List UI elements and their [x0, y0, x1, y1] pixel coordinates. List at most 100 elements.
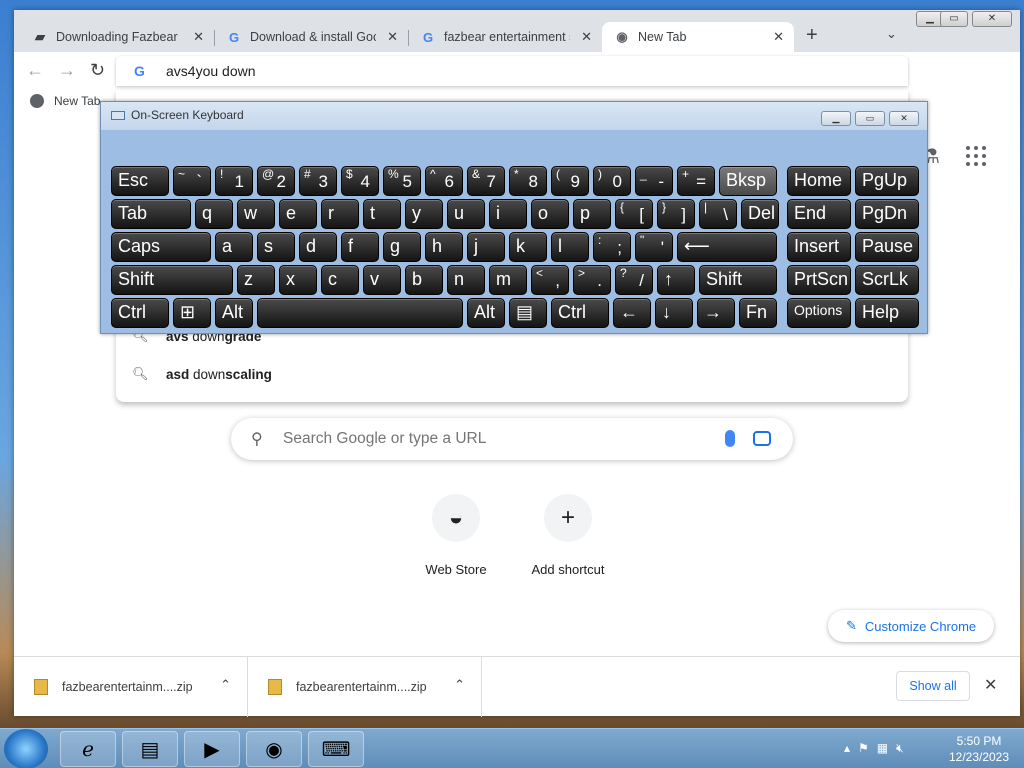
tab-downloading-fazbear[interactable]: ▰ Downloading Fazbear En ✕ — [20, 22, 215, 52]
show-all-button[interactable]: Show all — [896, 671, 970, 701]
network-icon[interactable]: ▦ — [877, 741, 888, 756]
key-r0k12[interactable]: _ - — [635, 166, 673, 196]
key-8[interactable]: * 8 — [509, 166, 547, 196]
key-pgdn[interactable]: PgDn — [855, 199, 919, 229]
chrome-icon[interactable]: ◉ — [246, 731, 302, 767]
key-caps[interactable]: Caps — [111, 232, 211, 262]
key-r2k11[interactable]: " ' — [635, 232, 673, 262]
bookmark-new-tab[interactable]: New Tab — [30, 94, 100, 108]
key-r1k12[interactable]: }] — [657, 199, 695, 229]
key-r0k1[interactable]: ~ ` — [173, 166, 211, 196]
minimize-button[interactable]: ▁ — [821, 111, 851, 126]
volume-muted-icon[interactable]: 🔇︎ — [896, 741, 904, 756]
key-g[interactable]: g — [383, 232, 421, 262]
key-r4k5[interactable]: ▤ — [509, 298, 547, 328]
key-a[interactable]: a — [215, 232, 253, 262]
key-space[interactable] — [257, 298, 463, 328]
key-s[interactable]: s — [257, 232, 295, 262]
key-r0k13[interactable]: + = — [677, 166, 715, 196]
key-shift[interactable]: Shift — [699, 265, 777, 295]
key-9[interactable]: (9 — [551, 166, 589, 196]
omnibox-text[interactable]: avs4you down — [166, 63, 256, 79]
chevron-down-icon[interactable]: ⌄ — [886, 26, 897, 42]
show-hidden-icons-icon[interactable]: ▴ — [844, 741, 850, 756]
key-r1k11[interactable]: {[ — [615, 199, 653, 229]
clock[interactable]: 5:50 PM 12/23/2023 — [944, 733, 1014, 765]
on-screen-keyboard-icon[interactable]: ⌨ — [308, 731, 364, 767]
key-w[interactable]: w — [237, 199, 275, 229]
key-prtscn[interactable]: PrtScn — [787, 265, 851, 295]
key-4[interactable]: $4 — [341, 166, 379, 196]
close-icon[interactable]: ✕ — [193, 29, 204, 45]
forward-arrow-icon[interactable]: → — [58, 60, 76, 81]
key-z[interactable]: z — [237, 265, 275, 295]
key-u[interactable]: u — [447, 199, 485, 229]
key-v[interactable]: v — [363, 265, 401, 295]
download-item[interactable]: fazbearentertainm....zip ⌃ — [14, 657, 248, 717]
key-r3k9[interactable]: >. — [573, 265, 611, 295]
restore-button[interactable]: ▭ — [855, 111, 885, 126]
key-q[interactable]: q — [195, 199, 233, 229]
action-center-icon[interactable]: ⚑ — [858, 741, 869, 756]
key-esc[interactable]: Esc — [111, 166, 169, 196]
close-icon[interactable]: ✕ — [984, 675, 997, 695]
key-1[interactable]: ! 1 — [215, 166, 253, 196]
key-d[interactable]: d — [299, 232, 337, 262]
key-o[interactable]: o — [531, 199, 569, 229]
key-bksp[interactable]: Bksp — [719, 166, 777, 196]
file-explorer-icon[interactable]: ▤ — [122, 731, 178, 767]
close-icon[interactable]: ✕ — [387, 29, 398, 45]
key-ctrl[interactable]: Ctrl — [111, 298, 169, 328]
close-icon[interactable]: ✕ — [773, 29, 784, 45]
key-end[interactable]: End — [787, 199, 851, 229]
key-l[interactable]: l — [551, 232, 589, 262]
shortcut-add[interactable]: + Add shortcut — [513, 494, 623, 577]
key-k[interactable]: k — [509, 232, 547, 262]
key-n[interactable]: n — [447, 265, 485, 295]
reload-icon[interactable]: ↻ — [90, 60, 105, 81]
internet-explorer-icon[interactable]: ℯ — [60, 731, 116, 767]
key-r[interactable]: r — [321, 199, 359, 229]
close-window-button[interactable]: ✕ — [972, 11, 1012, 27]
key-alt[interactable]: Alt — [215, 298, 253, 328]
key-c[interactable]: c — [321, 265, 359, 295]
download-item[interactable]: fazbearentertainm....zip ⌃ — [248, 657, 482, 717]
key-r3k8[interactable]: <, — [531, 265, 569, 295]
key-r4k7[interactable]: ← — [613, 298, 651, 328]
key-p[interactable]: p — [573, 199, 611, 229]
key-6[interactable]: ^ 6 — [425, 166, 463, 196]
key-r4k8[interactable]: ↓ — [655, 298, 693, 328]
key-j[interactable]: j — [467, 232, 505, 262]
omnibox[interactable]: G avs4you down — [116, 56, 908, 86]
key-r4k9[interactable]: → — [697, 298, 735, 328]
key-pause[interactable]: Pause — [855, 232, 919, 262]
restore-button[interactable]: ▭ — [940, 11, 968, 27]
key-b[interactable]: b — [405, 265, 443, 295]
apps-grid-icon[interactable] — [966, 146, 986, 166]
key-options[interactable]: Options — [787, 298, 851, 328]
key-2[interactable]: @2 — [257, 166, 295, 196]
key-y[interactable]: y — [405, 199, 443, 229]
key-3[interactable]: #3 — [299, 166, 337, 196]
camera-lens-icon[interactable] — [753, 431, 771, 446]
key-e[interactable]: e — [279, 199, 317, 229]
key-shift[interactable]: Shift — [111, 265, 233, 295]
start-button[interactable] — [4, 729, 48, 768]
key-f[interactable]: f — [341, 232, 379, 262]
key-r2k12[interactable]: ⟵ — [677, 232, 777, 262]
key-0[interactable]: ) 0 — [593, 166, 631, 196]
media-player-icon[interactable]: ▶ — [184, 731, 240, 767]
key-t[interactable]: t — [363, 199, 401, 229]
key-m[interactable]: m — [489, 265, 527, 295]
back-arrow-icon[interactable]: ← — [26, 60, 44, 81]
key-alt[interactable]: Alt — [467, 298, 505, 328]
key-r4k1[interactable]: ⊞ — [173, 298, 211, 328]
shortcut-web-store[interactable]: ◒ Web Store — [401, 494, 511, 577]
new-tab-plus-icon[interactable]: + — [806, 24, 818, 47]
key-help[interactable]: Help — [855, 298, 919, 328]
customize-chrome-button[interactable]: ✎ Customize Chrome — [828, 610, 994, 642]
chevron-up-icon[interactable]: ⌃ — [454, 677, 465, 693]
key-x[interactable]: x — [279, 265, 317, 295]
chevron-up-icon[interactable]: ⌃ — [220, 677, 231, 693]
close-button[interactable]: ✕ — [889, 111, 919, 126]
